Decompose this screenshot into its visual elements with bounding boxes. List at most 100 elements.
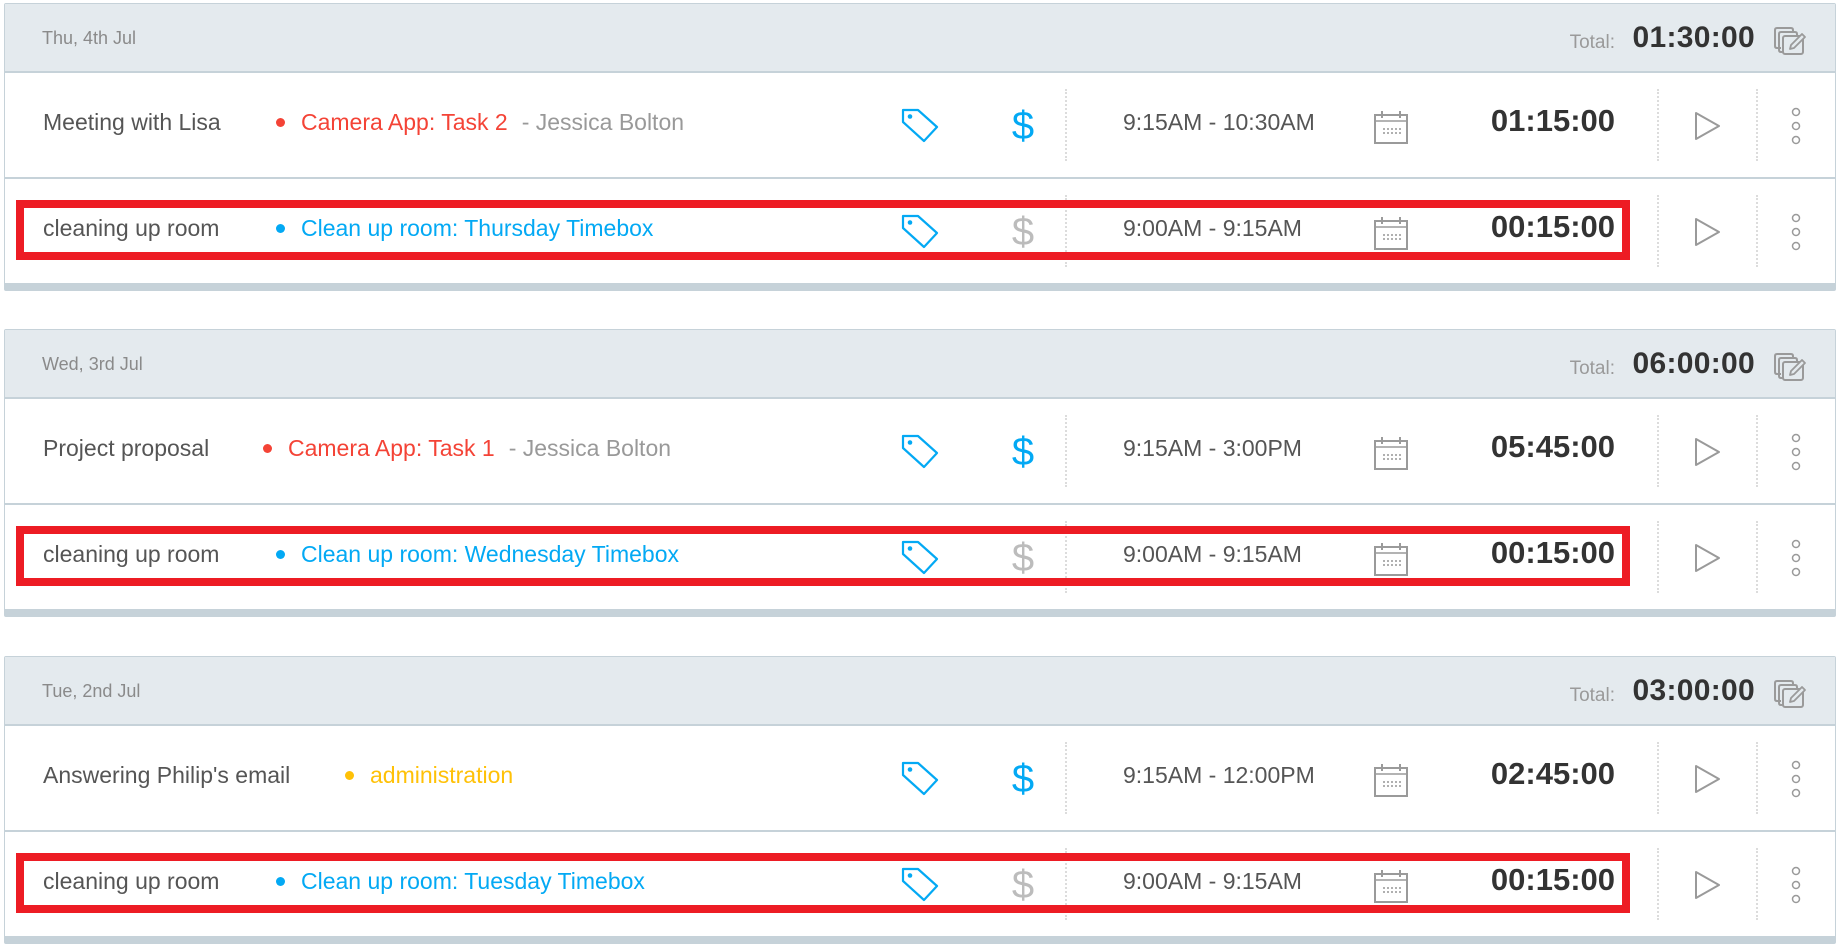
entry-project[interactable]: Camera App: Task 1 - Jessica Bolton — [263, 435, 671, 462]
calendar-icon[interactable] — [1373, 435, 1409, 471]
more-options-icon[interactable] — [1789, 538, 1803, 578]
day-group: Wed, 3rd Jul Total: 06:00:00 Project pro… — [4, 329, 1836, 617]
day-total-value: 01:30:00 — [1632, 21, 1755, 54]
time-entry-row: cleaning up room Clean up room: Thursday… — [5, 179, 1835, 283]
billable-dollar-icon[interactable] — [1008, 429, 1038, 473]
project-name: administration — [370, 762, 514, 788]
project-color-dot — [263, 444, 272, 453]
more-options-icon[interactable] — [1789, 865, 1803, 905]
project-color-dot — [276, 118, 285, 127]
calendar-icon[interactable] — [1373, 541, 1409, 577]
day-total-value: 06:00:00 — [1632, 347, 1755, 380]
day-header: Thu, 4th Jul Total: 01:30:00 — [5, 4, 1835, 73]
day-header: Wed, 3rd Jul Total: 06:00:00 — [5, 330, 1835, 399]
tag-icon[interactable] — [900, 866, 940, 902]
entry-description[interactable]: Project proposal — [43, 435, 209, 462]
entry-duration[interactable]: 00:15:00 — [1491, 535, 1615, 571]
entry-duration[interactable]: 01:15:00 — [1491, 103, 1615, 139]
entry-time-range[interactable]: 9:15AM - 10:30AM — [1123, 109, 1315, 136]
project-name: Camera App: Task 2 — [301, 109, 508, 135]
entry-duration[interactable]: 00:15:00 — [1491, 209, 1615, 245]
calendar-icon[interactable] — [1373, 215, 1409, 251]
divider — [1756, 195, 1758, 267]
divider — [1756, 415, 1758, 487]
bulk-edit-icon[interactable] — [1773, 677, 1809, 709]
day-total-label: Total: — [1569, 685, 1615, 706]
billable-dollar-icon[interactable] — [1008, 209, 1038, 253]
entry-duration[interactable]: 00:15:00 — [1491, 862, 1615, 898]
divider — [1756, 742, 1758, 814]
divider — [1065, 195, 1067, 267]
calendar-icon[interactable] — [1373, 762, 1409, 798]
divider — [1756, 521, 1758, 593]
play-icon[interactable] — [1693, 111, 1721, 141]
entry-duration[interactable]: 02:45:00 — [1491, 756, 1615, 792]
project-name: Clean up room: Tuesday Timebox — [301, 868, 645, 894]
more-options-icon[interactable] — [1789, 432, 1803, 472]
divider — [1065, 415, 1067, 487]
day-total-label: Total: — [1569, 358, 1615, 379]
entry-time-range[interactable]: 9:00AM - 9:15AM — [1123, 215, 1302, 242]
billable-dollar-icon[interactable] — [1008, 862, 1038, 906]
divider — [1065, 848, 1067, 920]
entry-project[interactable]: Clean up room: Thursday Timebox — [276, 215, 653, 242]
entry-time-range[interactable]: 9:00AM - 9:15AM — [1123, 541, 1302, 568]
entry-description[interactable]: Answering Philip's email — [43, 762, 290, 789]
time-entry-row: Meeting with Lisa Camera App: Task 2 - J… — [5, 73, 1835, 179]
divider — [1657, 415, 1659, 487]
project-color-dot — [345, 771, 354, 780]
entry-time-range[interactable]: 9:00AM - 9:15AM — [1123, 868, 1302, 895]
entry-description[interactable]: cleaning up room — [43, 541, 219, 568]
entry-time-range[interactable]: 9:15AM - 3:00PM — [1123, 435, 1302, 462]
entry-duration[interactable]: 05:45:00 — [1491, 429, 1615, 465]
day-date: Wed, 3rd Jul — [42, 354, 143, 374]
project-color-dot — [276, 550, 285, 559]
time-entry-row: cleaning up room Clean up room: Wednesda… — [5, 505, 1835, 609]
divider — [1065, 521, 1067, 593]
entry-description[interactable]: cleaning up room — [43, 868, 219, 895]
time-entry-row: Project proposal Camera App: Task 1 - Je… — [5, 399, 1835, 505]
calendar-icon[interactable] — [1373, 868, 1409, 904]
day-date: Thu, 4th Jul — [42, 28, 137, 48]
divider — [1657, 521, 1659, 593]
billable-dollar-icon[interactable] — [1008, 103, 1038, 147]
divider — [1065, 742, 1067, 814]
billable-dollar-icon[interactable] — [1008, 756, 1038, 800]
day-group: Tue, 2nd Jul Total: 03:00:00 Answering P… — [4, 656, 1836, 944]
divider — [1065, 89, 1067, 161]
play-icon[interactable] — [1693, 437, 1721, 467]
play-icon[interactable] — [1693, 764, 1721, 794]
entry-description[interactable]: Meeting with Lisa — [43, 109, 221, 136]
more-options-icon[interactable] — [1789, 212, 1803, 252]
time-entry-row: Answering Philip's email administration … — [5, 726, 1835, 832]
bulk-edit-icon[interactable] — [1773, 350, 1809, 382]
tag-icon[interactable] — [900, 107, 940, 143]
play-icon[interactable] — [1693, 870, 1721, 900]
tag-icon[interactable] — [900, 760, 940, 796]
more-options-icon[interactable] — [1789, 759, 1803, 799]
entry-project[interactable]: administration — [345, 762, 513, 789]
calendar-icon[interactable] — [1373, 109, 1409, 145]
entry-description[interactable]: cleaning up room — [43, 215, 219, 242]
project-name: Clean up room: Thursday Timebox — [301, 215, 654, 241]
tag-icon[interactable] — [900, 213, 940, 249]
bulk-edit-icon[interactable] — [1773, 24, 1809, 56]
divider — [1657, 742, 1659, 814]
day-total-value: 03:00:00 — [1632, 674, 1755, 707]
tag-icon[interactable] — [900, 433, 940, 469]
more-options-icon[interactable] — [1789, 106, 1803, 146]
entry-project[interactable]: Camera App: Task 2 - Jessica Bolton — [276, 109, 684, 136]
entry-time-range[interactable]: 9:15AM - 12:00PM — [1123, 762, 1315, 789]
divider — [1756, 89, 1758, 161]
project-name: Clean up room: Wednesday Timebox — [301, 541, 679, 567]
day-date: Tue, 2nd Jul — [42, 681, 141, 701]
billable-dollar-icon[interactable] — [1008, 535, 1038, 579]
play-icon[interactable] — [1693, 217, 1721, 247]
play-icon[interactable] — [1693, 543, 1721, 573]
divider — [1756, 848, 1758, 920]
entry-project[interactable]: Clean up room: Wednesday Timebox — [276, 541, 679, 568]
client-name: - Jessica Bolton — [508, 435, 672, 461]
entry-project[interactable]: Clean up room: Tuesday Timebox — [276, 868, 645, 895]
project-name: Camera App: Task 1 — [288, 435, 495, 461]
tag-icon[interactable] — [900, 539, 940, 575]
